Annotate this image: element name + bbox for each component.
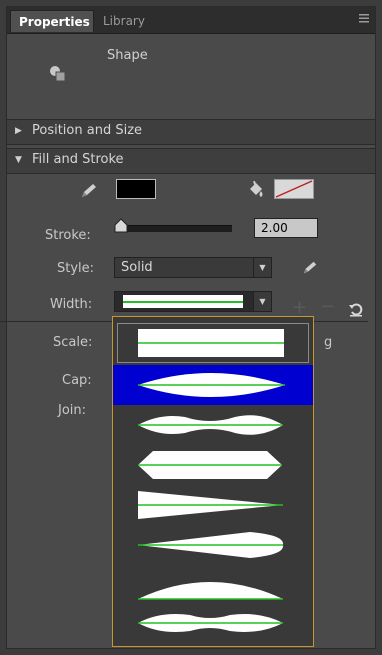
width-profile-option-pinched-middle[interactable]: [113, 405, 313, 445]
stroke-label: Stroke:: [45, 228, 91, 243]
scale-label: Scale:: [53, 335, 93, 350]
width-profile-option-taper-left-bulge[interactable]: [113, 525, 313, 565]
stroke-value-field[interactable]: 2.00: [254, 218, 318, 238]
section-title: Position and Size: [32, 123, 143, 138]
join-label: Join:: [58, 403, 87, 418]
width-profile-option-double-bulge[interactable]: [113, 603, 313, 643]
panel-menu-icon[interactable]: [359, 13, 369, 25]
style-value: Solid: [121, 260, 153, 275]
paint-bucket-icon: [247, 180, 265, 203]
minus-icon[interactable]: −: [320, 298, 335, 316]
cap-label: Cap:: [62, 373, 92, 388]
chevron-down-icon: ▼: [253, 292, 271, 311]
collapse-icon: ▼: [15, 155, 22, 165]
width-profile-option-arch-top[interactable]: [113, 567, 313, 607]
reset-icon[interactable]: [348, 301, 364, 321]
scale-value-tail: g: [324, 335, 333, 350]
width-label: Width:: [50, 297, 93, 312]
fill-color-swatch[interactable]: [274, 179, 314, 199]
section-title: Fill and Stroke: [32, 152, 124, 167]
width-profile-option-uniform[interactable]: [113, 323, 313, 363]
shape-label: Shape: [107, 48, 148, 63]
width-profile-option-taper-right[interactable]: [113, 485, 313, 525]
width-profile-select[interactable]: ▼: [114, 291, 272, 312]
width-profile-dropdown: [112, 316, 314, 647]
stroke-slider-thumb[interactable]: [113, 218, 129, 238]
stroke-color-swatch[interactable]: [116, 179, 156, 199]
chevron-down-icon: ▼: [253, 258, 271, 277]
style-select[interactable]: Solid ▼: [114, 257, 272, 278]
panel-tab-bar: Properties Library: [7, 7, 375, 34]
stroke-slider-track[interactable]: [120, 225, 232, 232]
pencil-icon[interactable]: [302, 260, 318, 280]
tab-properties[interactable]: Properties: [10, 10, 94, 32]
shape-header: Shape: [7, 34, 375, 119]
tab-library[interactable]: Library: [95, 10, 163, 32]
shape-icon: [49, 65, 67, 87]
plus-icon[interactable]: +: [292, 299, 307, 317]
pencil-icon: [80, 183, 98, 203]
section-fill-stroke[interactable]: ▼ Fill and Stroke: [7, 148, 375, 174]
expand-icon: ▶: [15, 126, 22, 136]
width-profile-option-hexagon-tapered[interactable]: [113, 445, 313, 485]
width-profile-preview: [123, 295, 243, 308]
section-position-size[interactable]: ▶ Position and Size: [7, 119, 375, 145]
width-profile-option-bulge-ellipse[interactable]: [113, 365, 313, 405]
style-label: Style:: [57, 261, 95, 276]
